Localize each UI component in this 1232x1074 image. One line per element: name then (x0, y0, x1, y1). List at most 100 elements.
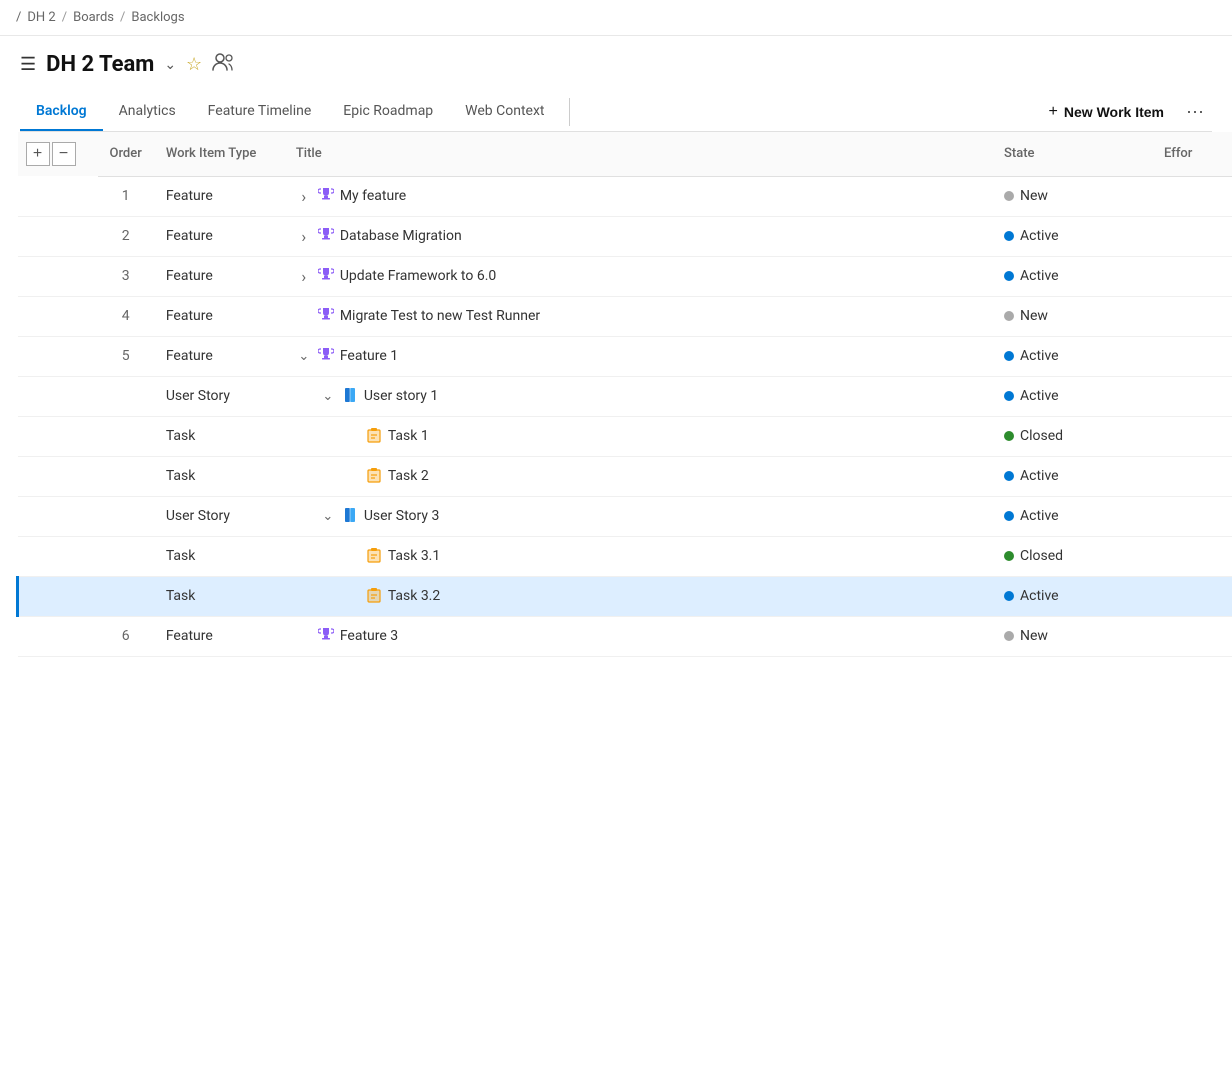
expand-arrow-icon[interactable]: ⌄ (320, 389, 336, 404)
row-state: Active (992, 216, 1152, 256)
state-label: Active (1020, 348, 1059, 364)
more-options-icon[interactable]: ⋯ (1178, 96, 1212, 129)
plus-icon: + (1049, 103, 1058, 121)
row-title[interactable]: ›Database Migration (284, 216, 992, 256)
tab-analytics[interactable]: Analytics (103, 93, 192, 131)
table-row[interactable]: User Story⌄User story 1 Active (18, 376, 1232, 416)
new-work-item-label: New Work Item (1064, 104, 1164, 120)
breadcrumb: / DH 2 / Boards / Backlogs (0, 0, 1232, 36)
expand-arrow-icon[interactable]: › (296, 267, 312, 286)
user-story-icon (342, 507, 358, 526)
tab-web-context[interactable]: Web Context (449, 93, 560, 131)
table-row[interactable]: 1Feature›My featureNew (18, 176, 1232, 216)
header-top: ☰ DH 2 Team ⌄ ☆ (20, 52, 1212, 77)
row-order: 3 (98, 256, 154, 296)
row-state: Closed (992, 416, 1152, 456)
state-badge: New (1004, 188, 1140, 204)
row-spacer (18, 376, 98, 416)
row-effort (1152, 296, 1232, 336)
row-spacer (18, 256, 98, 296)
row-type: Feature (154, 296, 284, 336)
row-title-text: Update Framework to 6.0 (340, 268, 496, 284)
row-title-text: Feature 1 (340, 348, 398, 364)
row-effort (1152, 216, 1232, 256)
column-header-type: Work Item Type (154, 132, 284, 176)
table-row[interactable]: 2Feature›Database MigrationActive (18, 216, 1232, 256)
table-row[interactable]: 5Feature⌄Feature 1Active (18, 336, 1232, 376)
hamburger-icon[interactable]: ☰ (20, 54, 36, 75)
row-title[interactable]: Feature 3 (284, 616, 992, 656)
state-dot (1004, 351, 1014, 361)
table-row[interactable]: TaskTask 3.2Active (18, 576, 1232, 616)
table-row[interactable]: 3Feature›Update Framework to 6.0Active (18, 256, 1232, 296)
row-effort (1152, 576, 1232, 616)
row-type: User Story (154, 376, 284, 416)
row-type: Task (154, 416, 284, 456)
row-title[interactable]: Task 3.2 (284, 576, 992, 616)
table-row[interactable]: 4FeatureMigrate Test to new Test RunnerN… (18, 296, 1232, 336)
row-order (98, 536, 154, 576)
tab-bar: Backlog Analytics Feature Timeline Epic … (20, 93, 1212, 132)
state-badge: Active (1004, 268, 1140, 284)
row-title-text: Task 3.2 (388, 588, 440, 604)
state-badge: Closed (1004, 428, 1140, 444)
collapse-all-button[interactable]: − (52, 142, 76, 166)
state-badge: New (1004, 308, 1140, 324)
expand-arrow-icon[interactable]: › (296, 227, 312, 246)
row-state: Active (992, 576, 1152, 616)
row-title[interactable]: Migrate Test to new Test Runner (284, 296, 992, 336)
breadcrumb-sep-2: / (120, 10, 125, 25)
tab-backlog[interactable]: Backlog (20, 93, 103, 131)
state-badge: Active (1004, 388, 1140, 404)
row-title[interactable]: ⌄ Feature 1 (284, 336, 992, 376)
state-badge: Closed (1004, 548, 1140, 564)
star-icon[interactable]: ☆ (186, 54, 202, 75)
state-label: Closed (1020, 428, 1063, 444)
row-state: Active (992, 336, 1152, 376)
row-title-text: My feature (340, 188, 406, 204)
feature-icon (318, 187, 334, 206)
state-dot (1004, 631, 1014, 641)
row-title[interactable]: › Update Framework to 6.0 (284, 256, 992, 296)
row-title[interactable]: ⌄User Story 3 (284, 496, 992, 536)
state-label: Active (1020, 268, 1059, 284)
state-label: Active (1020, 468, 1059, 484)
table-header: + − Order Work Item Type Title State Eff… (18, 132, 1232, 176)
new-work-item-button[interactable]: + New Work Item (1035, 95, 1178, 129)
state-badge: New (1004, 628, 1140, 644)
tab-epic-roadmap[interactable]: Epic Roadmap (327, 93, 449, 131)
table-row[interactable]: TaskTask 2 Active (18, 456, 1232, 496)
row-spacer (18, 416, 98, 456)
row-type: Task (154, 456, 284, 496)
table-row[interactable]: 6FeatureFeature 3New (18, 616, 1232, 656)
row-type: Feature (154, 336, 284, 376)
expand-arrow-icon[interactable]: ⌄ (296, 349, 312, 364)
breadcrumb-boards[interactable]: Boards (73, 10, 114, 25)
feature-icon (318, 227, 334, 246)
row-order (98, 416, 154, 456)
row-title[interactable]: Task 2 (284, 456, 992, 496)
row-order (98, 376, 154, 416)
chevron-down-icon[interactable]: ⌄ (164, 57, 176, 73)
page-header: ☰ DH 2 Team ⌄ ☆ Backlog Analytics Featur… (0, 36, 1232, 132)
row-type: Feature (154, 216, 284, 256)
breadcrumb-dh2[interactable]: DH 2 (27, 10, 55, 25)
expand-arrow-icon[interactable]: › (296, 187, 312, 206)
state-dot (1004, 471, 1014, 481)
state-dot (1004, 191, 1014, 201)
expand-arrow-icon[interactable]: ⌄ (320, 509, 336, 524)
row-spacer (18, 576, 98, 616)
table-row[interactable]: User Story⌄User Story 3Active (18, 496, 1232, 536)
row-title[interactable]: ⌄User story 1 (284, 376, 992, 416)
expand-all-button[interactable]: + (26, 142, 50, 166)
row-title[interactable]: Task 3.1 (284, 536, 992, 576)
tab-feature-timeline[interactable]: Feature Timeline (192, 93, 328, 131)
row-effort (1152, 376, 1232, 416)
people-icon[interactable] (212, 53, 234, 76)
row-title[interactable]: › My feature (284, 176, 992, 216)
table-row[interactable]: TaskTask 3.1Closed (18, 536, 1232, 576)
row-title[interactable]: Task 1 (284, 416, 992, 456)
row-effort (1152, 616, 1232, 656)
row-effort (1152, 176, 1232, 216)
table-row[interactable]: TaskTask 1 Closed (18, 416, 1232, 456)
